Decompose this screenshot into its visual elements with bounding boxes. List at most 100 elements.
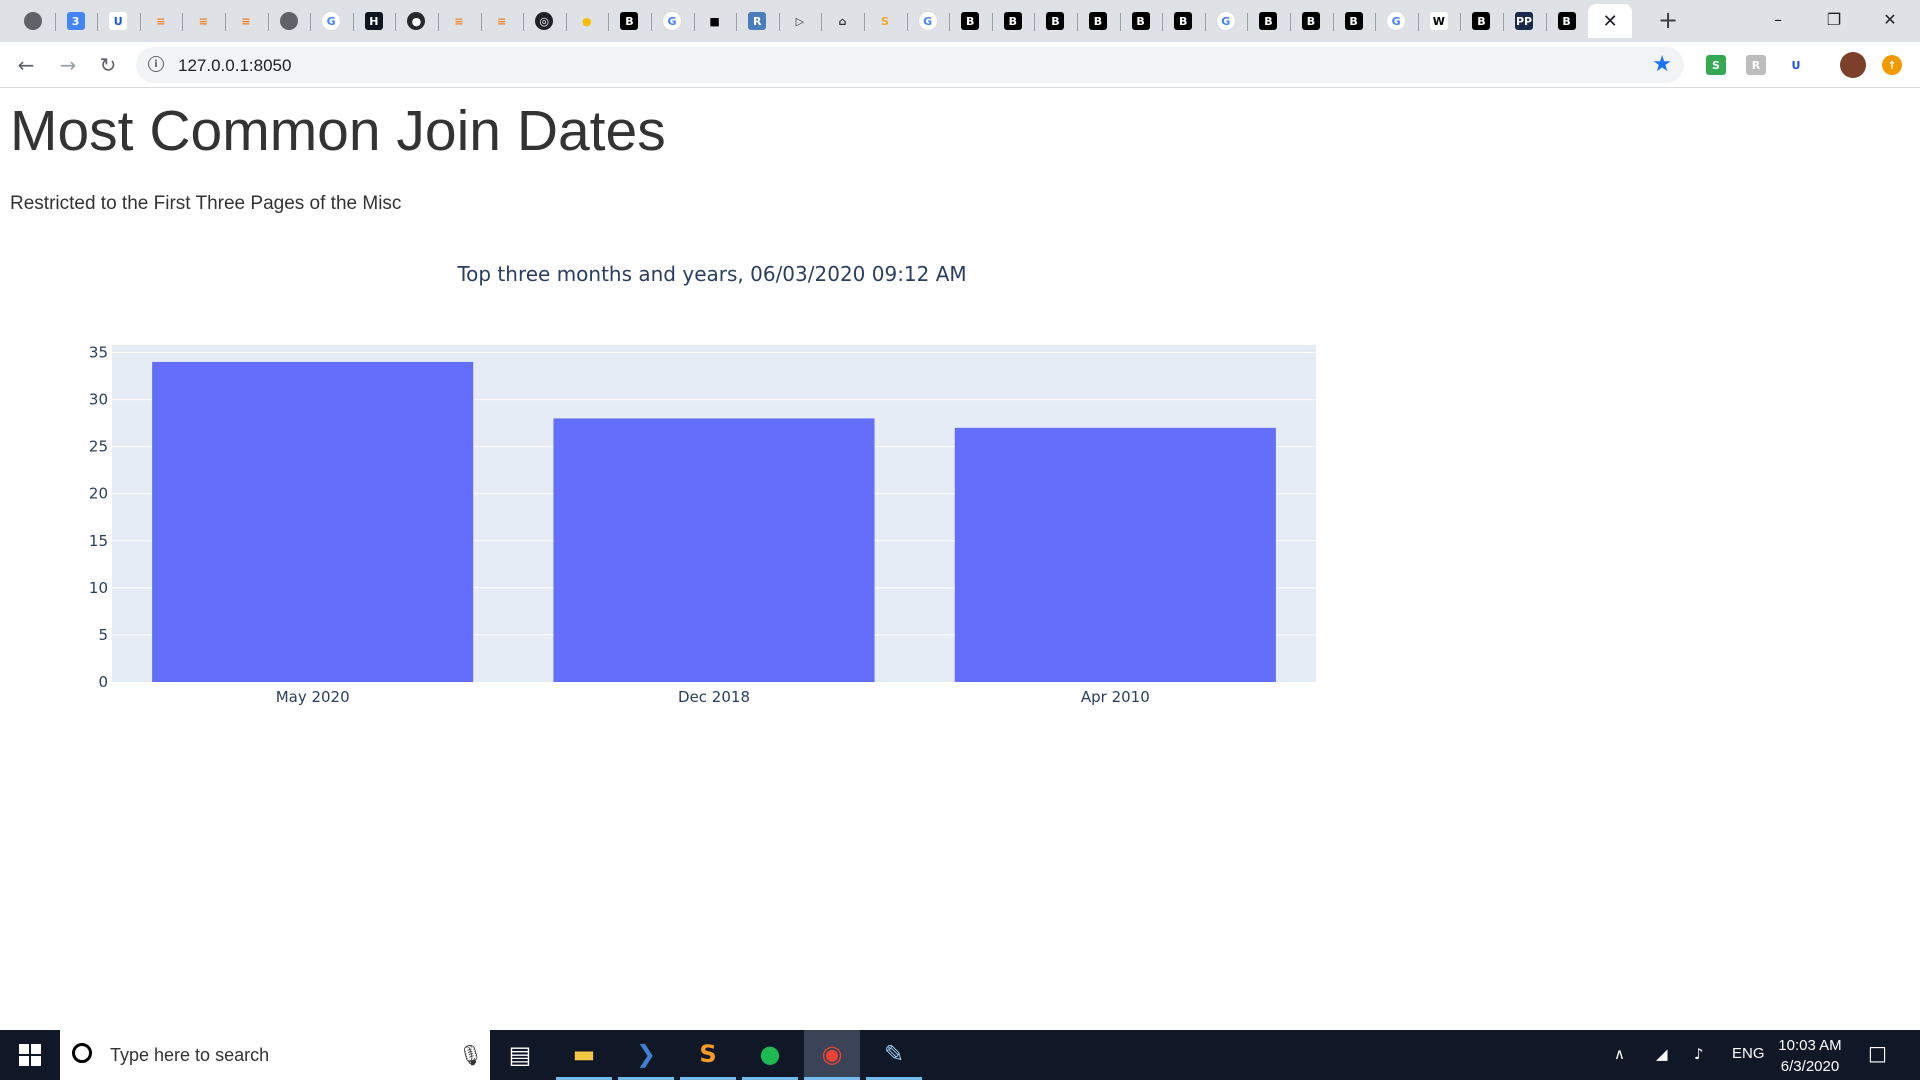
taskbar-app[interactable]: ✎ [866, 1030, 922, 1080]
clock-date: 6/3/2020 [1780, 1058, 1840, 1075]
minimize-button[interactable]: – [1750, 0, 1806, 38]
x-tick-label: Apr 2010 [1081, 688, 1150, 706]
browser-tab[interactable] [12, 4, 54, 38]
taskbar-app[interactable]: S [680, 1030, 736, 1080]
close-tab-icon[interactable]: ✕ [1603, 11, 1618, 32]
browser-tab[interactable]: B [1119, 4, 1162, 38]
browser-tab[interactable]: ▷ [778, 4, 821, 38]
browser-tab[interactable]: G [1375, 4, 1417, 38]
network-icon[interactable]: ◢ [1656, 1045, 1668, 1063]
volume-icon[interactable]: ♪ [1694, 1045, 1704, 1063]
browser-tab[interactable]: 3 [54, 4, 97, 38]
taskbar-search-box[interactable]: Type here to search 🎙 [60, 1030, 490, 1080]
windows-logo-icon [19, 1044, 41, 1066]
url-text[interactable]: 127.0.0.1:8050 [178, 56, 291, 76]
active-tab[interactable]: ✕ [1588, 4, 1633, 38]
site-info-icon[interactable]: i [148, 56, 164, 72]
hackerrank-icon: H [364, 12, 383, 30]
profile-avatar-icon[interactable] [1840, 52, 1866, 78]
browser-tab[interactable]: ≡ [139, 4, 182, 38]
browser-tab[interactable]: ⌂ [821, 4, 863, 38]
browser-tab[interactable]: ≡ [225, 4, 267, 38]
task-view-icon: ▤ [508, 1041, 532, 1069]
y-tick-label: 20 [89, 485, 108, 503]
globe-icon [279, 12, 298, 30]
video-icon: ▷ [790, 12, 809, 30]
browser-tab[interactable]: B [1545, 4, 1588, 38]
map-pin-icon: ● [577, 12, 596, 30]
browser-tab[interactable]: PP [1503, 4, 1545, 38]
taskbar-app[interactable]: ▬ [556, 1030, 612, 1080]
taskbar-app[interactable]: ● [742, 1030, 798, 1080]
bar[interactable] [954, 427, 1276, 682]
reload-button[interactable]: ↻ [94, 51, 122, 79]
y-tick-label: 5 [98, 626, 108, 644]
browser-tab[interactable]: ◎ [523, 4, 565, 38]
close-window-button[interactable]: ✕ [1862, 0, 1918, 38]
browser-tab[interactable]: G [906, 4, 949, 38]
stackoverflow-icon: ≡ [194, 12, 213, 30]
maximize-button[interactable]: ❐ [1806, 0, 1862, 38]
b-logo-icon: B [961, 12, 980, 30]
taskbar-app[interactable]: ◉ [804, 1030, 860, 1080]
b-logo-icon: B [1003, 12, 1022, 30]
bar[interactable] [152, 361, 474, 682]
b-logo-icon: B [1344, 12, 1363, 30]
google-icon: G [917, 11, 938, 31]
browser-tab[interactable]: ● [565, 4, 608, 38]
bookmark-star-icon[interactable]: ★ [1652, 52, 1672, 77]
y-tick-label: 25 [89, 438, 108, 456]
tray-chevron-icon[interactable]: ∧ [1614, 1045, 1625, 1063]
browser-tab[interactable]: ≡ [480, 4, 523, 38]
shield-u-extension-icon[interactable]: U [1786, 55, 1806, 75]
taskbar-app[interactable]: ❯ [618, 1030, 674, 1080]
browser-tab[interactable]: B [949, 4, 991, 38]
browser-tab[interactable]: ■ [693, 4, 736, 38]
browser-tab[interactable]: ≡ [438, 4, 480, 38]
browser-tab[interactable]: B [1332, 4, 1375, 38]
browser-tab[interactable]: G [1204, 4, 1247, 38]
update-badge-icon[interactable]: ↑ [1882, 55, 1902, 75]
y-tick-label: 30 [89, 391, 108, 409]
browser-tab[interactable]: B [1077, 4, 1119, 38]
browser-tab[interactable]: B [608, 4, 650, 38]
browser-tab[interactable]: B [1034, 4, 1076, 38]
chrome-icon: ◉ [821, 1039, 843, 1068]
browser-tab[interactable]: W [1417, 4, 1460, 38]
start-button[interactable] [0, 1030, 60, 1080]
address-bar[interactable]: i 127.0.0.1:8050 ★ [136, 47, 1684, 83]
browser-tab[interactable]: H [352, 4, 395, 38]
new-tab-button[interactable]: + [1654, 6, 1682, 34]
browser-tab[interactable]: B [1460, 4, 1502, 38]
google-icon: G [321, 11, 342, 31]
shield-u-icon: U [109, 12, 128, 30]
browser-tab[interactable]: S [864, 4, 906, 38]
browser-tab[interactable]: ≡ [182, 4, 224, 38]
browser-tab[interactable]: U [97, 4, 139, 38]
browser-tab[interactable]: ● [395, 4, 437, 38]
back-button[interactable]: ← [12, 51, 40, 79]
taskbar-app[interactable]: ▤ [492, 1030, 548, 1080]
stackoverflow-icon: ≡ [151, 12, 170, 30]
browser-tab[interactable]: B [1290, 4, 1332, 38]
grey-extension-icon[interactable]: R [1746, 55, 1766, 75]
b-logo-icon: B [1046, 12, 1065, 30]
microphone-icon[interactable]: 🎙 [458, 1043, 483, 1067]
browser-tab[interactable]: B [1247, 4, 1289, 38]
clock[interactable]: 10:03 AM 6/3/2020 [1760, 1035, 1860, 1077]
browser-tab[interactable]: G [310, 4, 352, 38]
browser-tab[interactable]: B [991, 4, 1034, 38]
google-icon: G [1215, 11, 1236, 31]
powershell-icon: ❯ [635, 1039, 657, 1068]
browser-tab[interactable]: G [651, 4, 693, 38]
forward-button[interactable]: → [54, 51, 82, 79]
browser-tab[interactable]: B [1162, 4, 1204, 38]
browser-tab[interactable]: R [736, 4, 778, 38]
search-placeholder: Type here to search [110, 1045, 270, 1065]
y-tick-label: 0 [98, 673, 108, 691]
browser-tab[interactable] [267, 4, 310, 38]
notifications-icon[interactable]: □ [1868, 1041, 1887, 1065]
cortana-icon [72, 1043, 92, 1063]
sheets-extension-icon[interactable]: S [1706, 55, 1726, 75]
bar[interactable] [553, 418, 875, 682]
